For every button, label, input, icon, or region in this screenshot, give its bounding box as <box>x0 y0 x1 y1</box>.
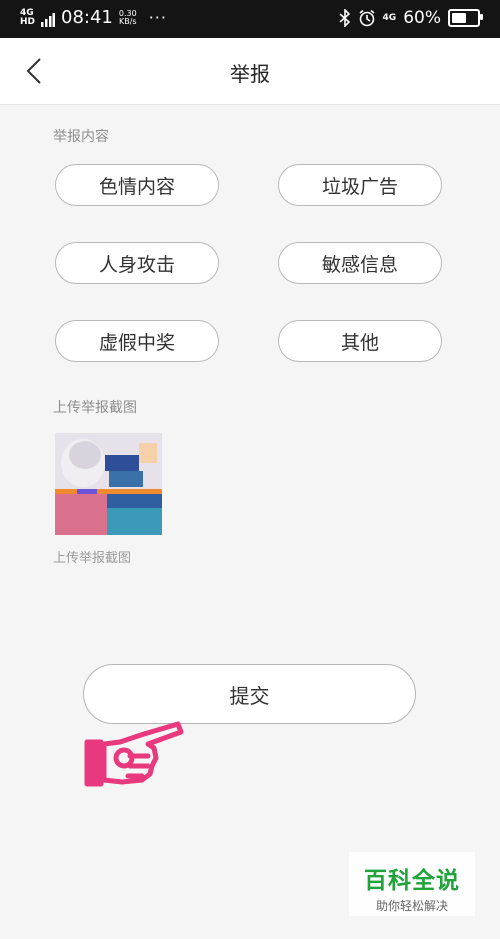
network-indicator: 4G HD <box>20 8 55 27</box>
nav-bar: 举报 <box>0 38 500 105</box>
network-type: 4G <box>382 12 397 23</box>
upload-caption: 上传举报截图 <box>53 551 132 566</box>
watermark-subtitle: 助你轻松解决 <box>375 899 448 913</box>
option-sensitive-info[interactable]: 敏感信息 <box>278 242 442 284</box>
upload-label: 上传举报截图 <box>53 400 137 416</box>
option-personal-attack[interactable]: 人身攻击 <box>55 242 219 284</box>
screenshot-thumbnail[interactable] <box>55 433 162 535</box>
clock: 08:41 <box>61 7 113 28</box>
option-other[interactable]: 其他 <box>278 320 442 362</box>
alarm-icon <box>359 9 375 27</box>
battery-icon <box>448 9 483 27</box>
battery-fill <box>452 13 466 23</box>
option-spam-ads[interactable]: 垃圾广告 <box>278 164 442 206</box>
bluetooth-icon <box>339 9 350 27</box>
watermark-logo: 百科全说 助你轻松解决 <box>349 852 475 916</box>
network-speed: 0.30 KB/s <box>118 8 137 26</box>
option-fake-prize[interactable]: 虚假中奖 <box>55 320 219 362</box>
page-title: 举报 <box>230 62 270 86</box>
report-content-label: 举报内容 <box>53 129 109 145</box>
option-pornographic[interactable]: 色情内容 <box>55 164 219 206</box>
watermark-title: 百科全说 <box>364 868 460 894</box>
status-bar: 4G HD 08:41 0.30 KB/s ··· 4G 60% <box>0 0 500 38</box>
more-notifications-icon: ··· <box>148 8 167 27</box>
signal-icon <box>41 12 55 27</box>
pointing-hand-icon <box>82 714 192 798</box>
battery-percent: 60% <box>403 8 441 28</box>
